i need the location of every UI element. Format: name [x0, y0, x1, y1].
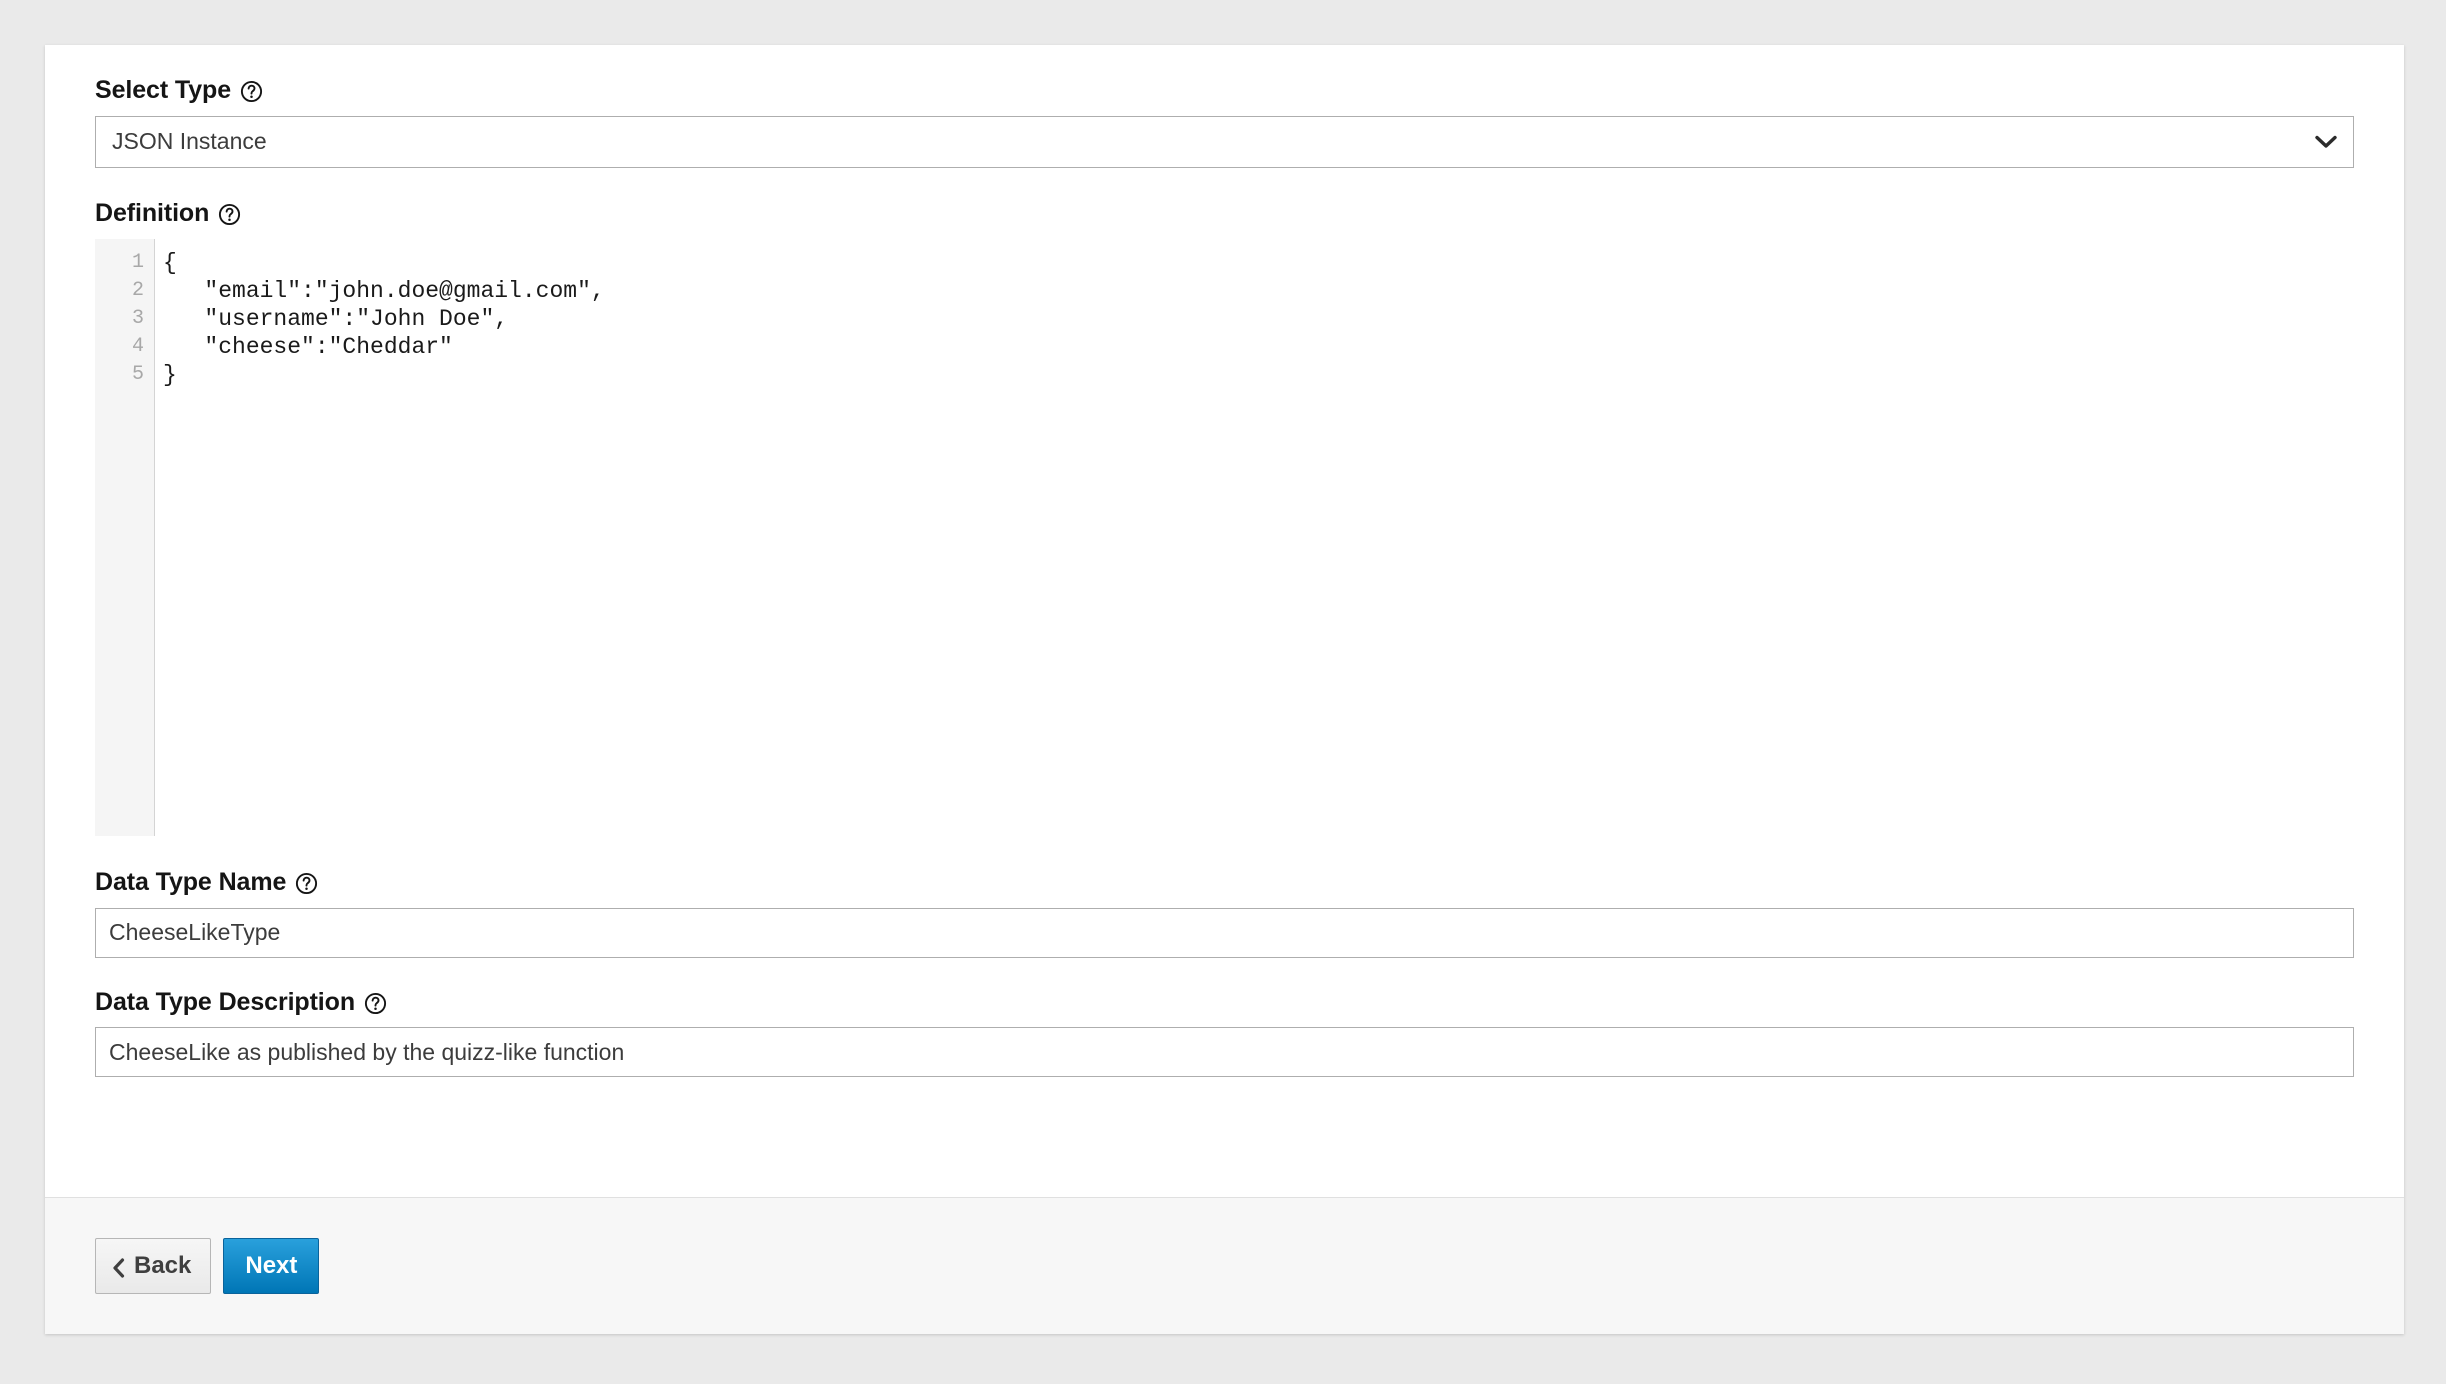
definition-label: Definition [95, 198, 2354, 228]
code-line: "cheese":"Cheddar" [163, 334, 453, 360]
field-data-type-description: Data Type Description [95, 987, 2354, 1077]
help-circle-icon[interactable] [240, 80, 263, 103]
select-type-label: Select Type [95, 76, 2354, 105]
line-number: 5 [131, 363, 144, 386]
help-circle-icon[interactable] [364, 992, 387, 1015]
select-type-control[interactable]: JSON Instance [95, 115, 2354, 168]
definition-code-editor[interactable]: 1 2 3 4 5 { "email":"john.doe@gmail.com"… [95, 239, 2354, 836]
wizard-footer: Back Next [45, 1197, 2404, 1334]
wizard-card: Select Type JSON Instance Definition 1 2… [45, 45, 2404, 1334]
code-line: { [163, 250, 177, 276]
data-type-description-label: Data Type Description [95, 987, 2354, 1017]
code-editor-content[interactable]: { "email":"john.doe@gmail.com", "usernam… [155, 239, 2354, 836]
next-button-label: Next [245, 1252, 298, 1279]
code-editor-gutter: 1 2 3 4 5 [95, 239, 155, 836]
line-number: 3 [131, 307, 144, 330]
back-button[interactable]: Back [95, 1238, 212, 1294]
data-type-description-input[interactable] [95, 1027, 2354, 1077]
wizard-form-body: Select Type JSON Instance Definition 1 2… [45, 45, 2404, 1197]
field-data-type-name: Data Type Name [95, 868, 2354, 958]
field-select-type: Select Type JSON Instance [95, 76, 2354, 168]
code-line: } [163, 362, 177, 388]
help-circle-icon[interactable] [218, 203, 241, 226]
next-button[interactable]: Next [223, 1238, 320, 1294]
field-definition: Definition 1 2 3 4 5 {"email":"john.doe… [95, 198, 2354, 836]
code-line: "username":"John Doe", [163, 306, 509, 332]
code-line: "email":"john.doe@gmail.com", [163, 278, 605, 304]
data-type-description-label-text: Data Type Description [95, 987, 355, 1016]
back-button-label: Back [134, 1252, 192, 1279]
line-number: 4 [131, 335, 144, 358]
line-number: 2 [131, 279, 144, 302]
data-type-name-label-text: Data Type Name [95, 868, 287, 896]
chevron-left-icon [112, 1257, 125, 1278]
select-type-label-text: Select Type [95, 76, 231, 104]
line-number: 1 [131, 251, 144, 274]
help-circle-icon[interactable] [295, 872, 318, 895]
definition-label-text: Definition [95, 198, 210, 227]
data-type-name-label: Data Type Name [95, 868, 2354, 897]
data-type-name-input[interactable] [95, 907, 2354, 958]
select-type-value[interactable]: JSON Instance [95, 115, 2354, 168]
